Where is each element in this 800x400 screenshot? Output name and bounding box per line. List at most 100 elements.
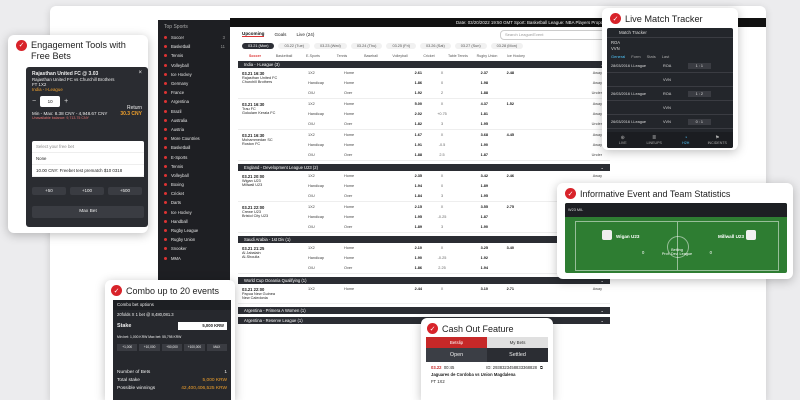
odds-draw[interactable]: 2.37	[462, 71, 488, 75]
date-chip-0[interactable]: 03.21 (Mon)	[242, 43, 275, 49]
sport-tab-7[interactable]: Table Tennis	[445, 54, 471, 58]
odds-home[interactable]: 2.10	[396, 246, 422, 250]
odds-home[interactable]: 1.94	[396, 184, 422, 188]
sidebar-item-24[interactable]: MMA	[158, 254, 230, 263]
odds-away[interactable]: 2.75	[488, 205, 514, 209]
stake-input[interactable]: 5,000 KRW	[178, 322, 227, 330]
date-chip-4[interactable]: 03.25 (Fri)	[386, 43, 416, 49]
odds-draw[interactable]: 3.55	[462, 205, 488, 209]
odds-draw[interactable]: 1.95	[462, 194, 488, 198]
odds-draw[interactable]: 1.81	[462, 112, 488, 116]
odds-away[interactable]: 2.48	[488, 71, 514, 75]
odds-home[interactable]: 1.90	[396, 256, 422, 260]
quick-stake-4[interactable]: MAX	[206, 344, 228, 351]
odds-home[interactable]: 1.95	[396, 215, 422, 219]
amount-500-button[interactable]: +500	[108, 187, 142, 195]
sport-tab-9[interactable]: Ice Hockey	[503, 54, 529, 58]
odds-draw[interactable]: 1.87	[462, 153, 488, 157]
sidebar-item-9[interactable]: Australia	[158, 116, 230, 125]
quick-stake-3[interactable]: +100,000	[184, 344, 205, 351]
sidebar-item-0[interactable]: Soccer 3	[158, 33, 230, 42]
tracker-nav-0[interactable]: ⊕ LIVE	[607, 132, 639, 148]
tab-betslip[interactable]: Betslip	[426, 337, 487, 348]
sidebar-item-22[interactable]: Rugby Union	[158, 235, 230, 244]
odds-home[interactable]: 1.89	[396, 225, 422, 229]
sidebar-item-13[interactable]: E-Sports	[158, 152, 230, 161]
tab-my-bets[interactable]: My Bets	[487, 337, 548, 348]
odds-home[interactable]: 2.35	[396, 174, 422, 178]
odds-draw[interactable]: 1.90	[462, 225, 488, 229]
sidebar-item-5[interactable]: Germany	[158, 79, 230, 88]
odds-home[interactable]: 1.84	[396, 194, 422, 198]
sidebar-item-15[interactable]: Volleyball	[158, 171, 230, 180]
odds-home[interactable]: 1.67	[396, 133, 422, 137]
sidebar-item-16[interactable]: Boxing	[158, 180, 230, 189]
odds-draw[interactable]: 3.10	[462, 287, 488, 291]
sidebar-item-10[interactable]: Austria	[158, 125, 230, 134]
sidebar-item-12[interactable]: Basketball	[158, 143, 230, 152]
odds-draw[interactable]: 3.42	[462, 174, 488, 178]
tracker-nav-2[interactable]: ◔ H2H	[670, 132, 702, 148]
amount-100-button[interactable]: +100	[70, 187, 104, 195]
quick-stake-1[interactable]: +10,000	[139, 344, 160, 351]
date-chip-6[interactable]: 03.27 (Sun)	[454, 43, 487, 49]
max-bet-button[interactable]: Max Bet	[32, 206, 144, 218]
date-chip-2[interactable]: 03.23 (Wed)	[313, 43, 347, 49]
odds-draw[interactable]: 1.89	[462, 184, 488, 188]
sport-tab-6[interactable]: Cricket	[416, 54, 442, 58]
freebet-option-1[interactable]: 10.00 CNY: Freebet test prematch $10 031…	[32, 165, 144, 177]
sidebar-item-2[interactable]: Tennis	[158, 51, 230, 60]
sport-tab-1[interactable]: Basketball	[271, 54, 297, 58]
odds-home[interactable]: 1.82	[396, 122, 422, 126]
tracker-tab-2[interactable]: Stats	[647, 54, 656, 59]
search-input[interactable]: Search League/Event	[500, 30, 606, 40]
sidebar-item-14[interactable]: Tennis	[158, 162, 230, 171]
close-icon[interactable]: ×	[138, 70, 142, 76]
sidebar-item-7[interactable]: Argentina	[158, 97, 230, 106]
league-header[interactable]: Argentina - Primera A Women (1) ⌄	[238, 307, 610, 314]
amount-50-button[interactable]: +50	[32, 187, 66, 195]
odds-draw[interactable]: 1.94	[462, 266, 488, 270]
date-chip-3[interactable]: 03.24 (Thu)	[350, 43, 383, 49]
sidebar-item-11[interactable]: More Countries	[158, 134, 230, 143]
date-chip-7[interactable]: 03.28 (Mon)	[490, 43, 524, 49]
plus-button[interactable]: +	[64, 98, 68, 105]
odds-home[interactable]: 1.86	[396, 266, 422, 270]
tracker-tab-3[interactable]: Last	[662, 54, 670, 59]
sidebar-item-21[interactable]: Rugby League	[158, 226, 230, 235]
league-header[interactable]: India - I-League (3)⌄	[238, 61, 610, 68]
odds-draw[interactable]: 1.95	[462, 122, 488, 126]
sport-tab-8[interactable]: Rugby Union	[474, 54, 500, 58]
sport-tab-4[interactable]: Baseball	[358, 54, 384, 58]
odds-draw[interactable]: 1.90	[462, 143, 488, 147]
chevron-down-icon[interactable]: ⌄	[600, 307, 604, 314]
odds-draw[interactable]: 1.92	[462, 256, 488, 260]
tab-upcoming[interactable]: Upcoming	[242, 31, 265, 37]
odds-draw[interactable]: 3.68	[462, 133, 488, 137]
sidebar-item-6[interactable]: France	[158, 88, 230, 97]
tracker-tab-1[interactable]: Form	[631, 54, 640, 59]
odds-draw[interactable]: 3.25	[462, 246, 488, 250]
tracker-nav-3[interactable]: ⚑ INCIDENTS	[702, 132, 734, 148]
freebet-select[interactable]: Select your free bet None 10.00 CNY: Fre…	[32, 141, 144, 177]
odds-draw[interactable]: 1.88	[462, 91, 488, 95]
sidebar-item-23[interactable]: Snooker	[158, 244, 230, 253]
odds-home[interactable]: 1.88	[396, 153, 422, 157]
odds-draw[interactable]: 4.37	[462, 102, 488, 106]
league-header[interactable]: England - Development League U23 (2) ⌄	[238, 164, 610, 171]
odds-away[interactable]: 4.45	[488, 133, 514, 137]
league-header[interactable]: Saudi Arabia - 1st Div (1)⌄	[238, 236, 610, 243]
odds-home[interactable]: 2.15	[396, 205, 422, 209]
odds-home[interactable]: 1.92	[396, 91, 422, 95]
odds-home[interactable]: 1.86	[396, 81, 422, 85]
copy-icon[interactable]: ⧉	[540, 365, 543, 370]
date-chip-1[interactable]: 03.22 (Tue)	[278, 43, 310, 49]
league-header[interactable]: World Cup Oceania Qualifying (1) ⌄	[238, 277, 610, 284]
chevron-down-icon[interactable]: ⌄	[600, 317, 604, 324]
chevron-down-icon[interactable]: ⌄	[600, 164, 604, 171]
freebet-option-none[interactable]: None	[32, 153, 144, 165]
odds-home[interactable]: 1.91	[396, 143, 422, 147]
sport-tab-5[interactable]: Volleyball	[387, 54, 413, 58]
minus-button[interactable]: −	[32, 98, 36, 105]
sport-tab-3[interactable]: Tennis	[329, 54, 355, 58]
